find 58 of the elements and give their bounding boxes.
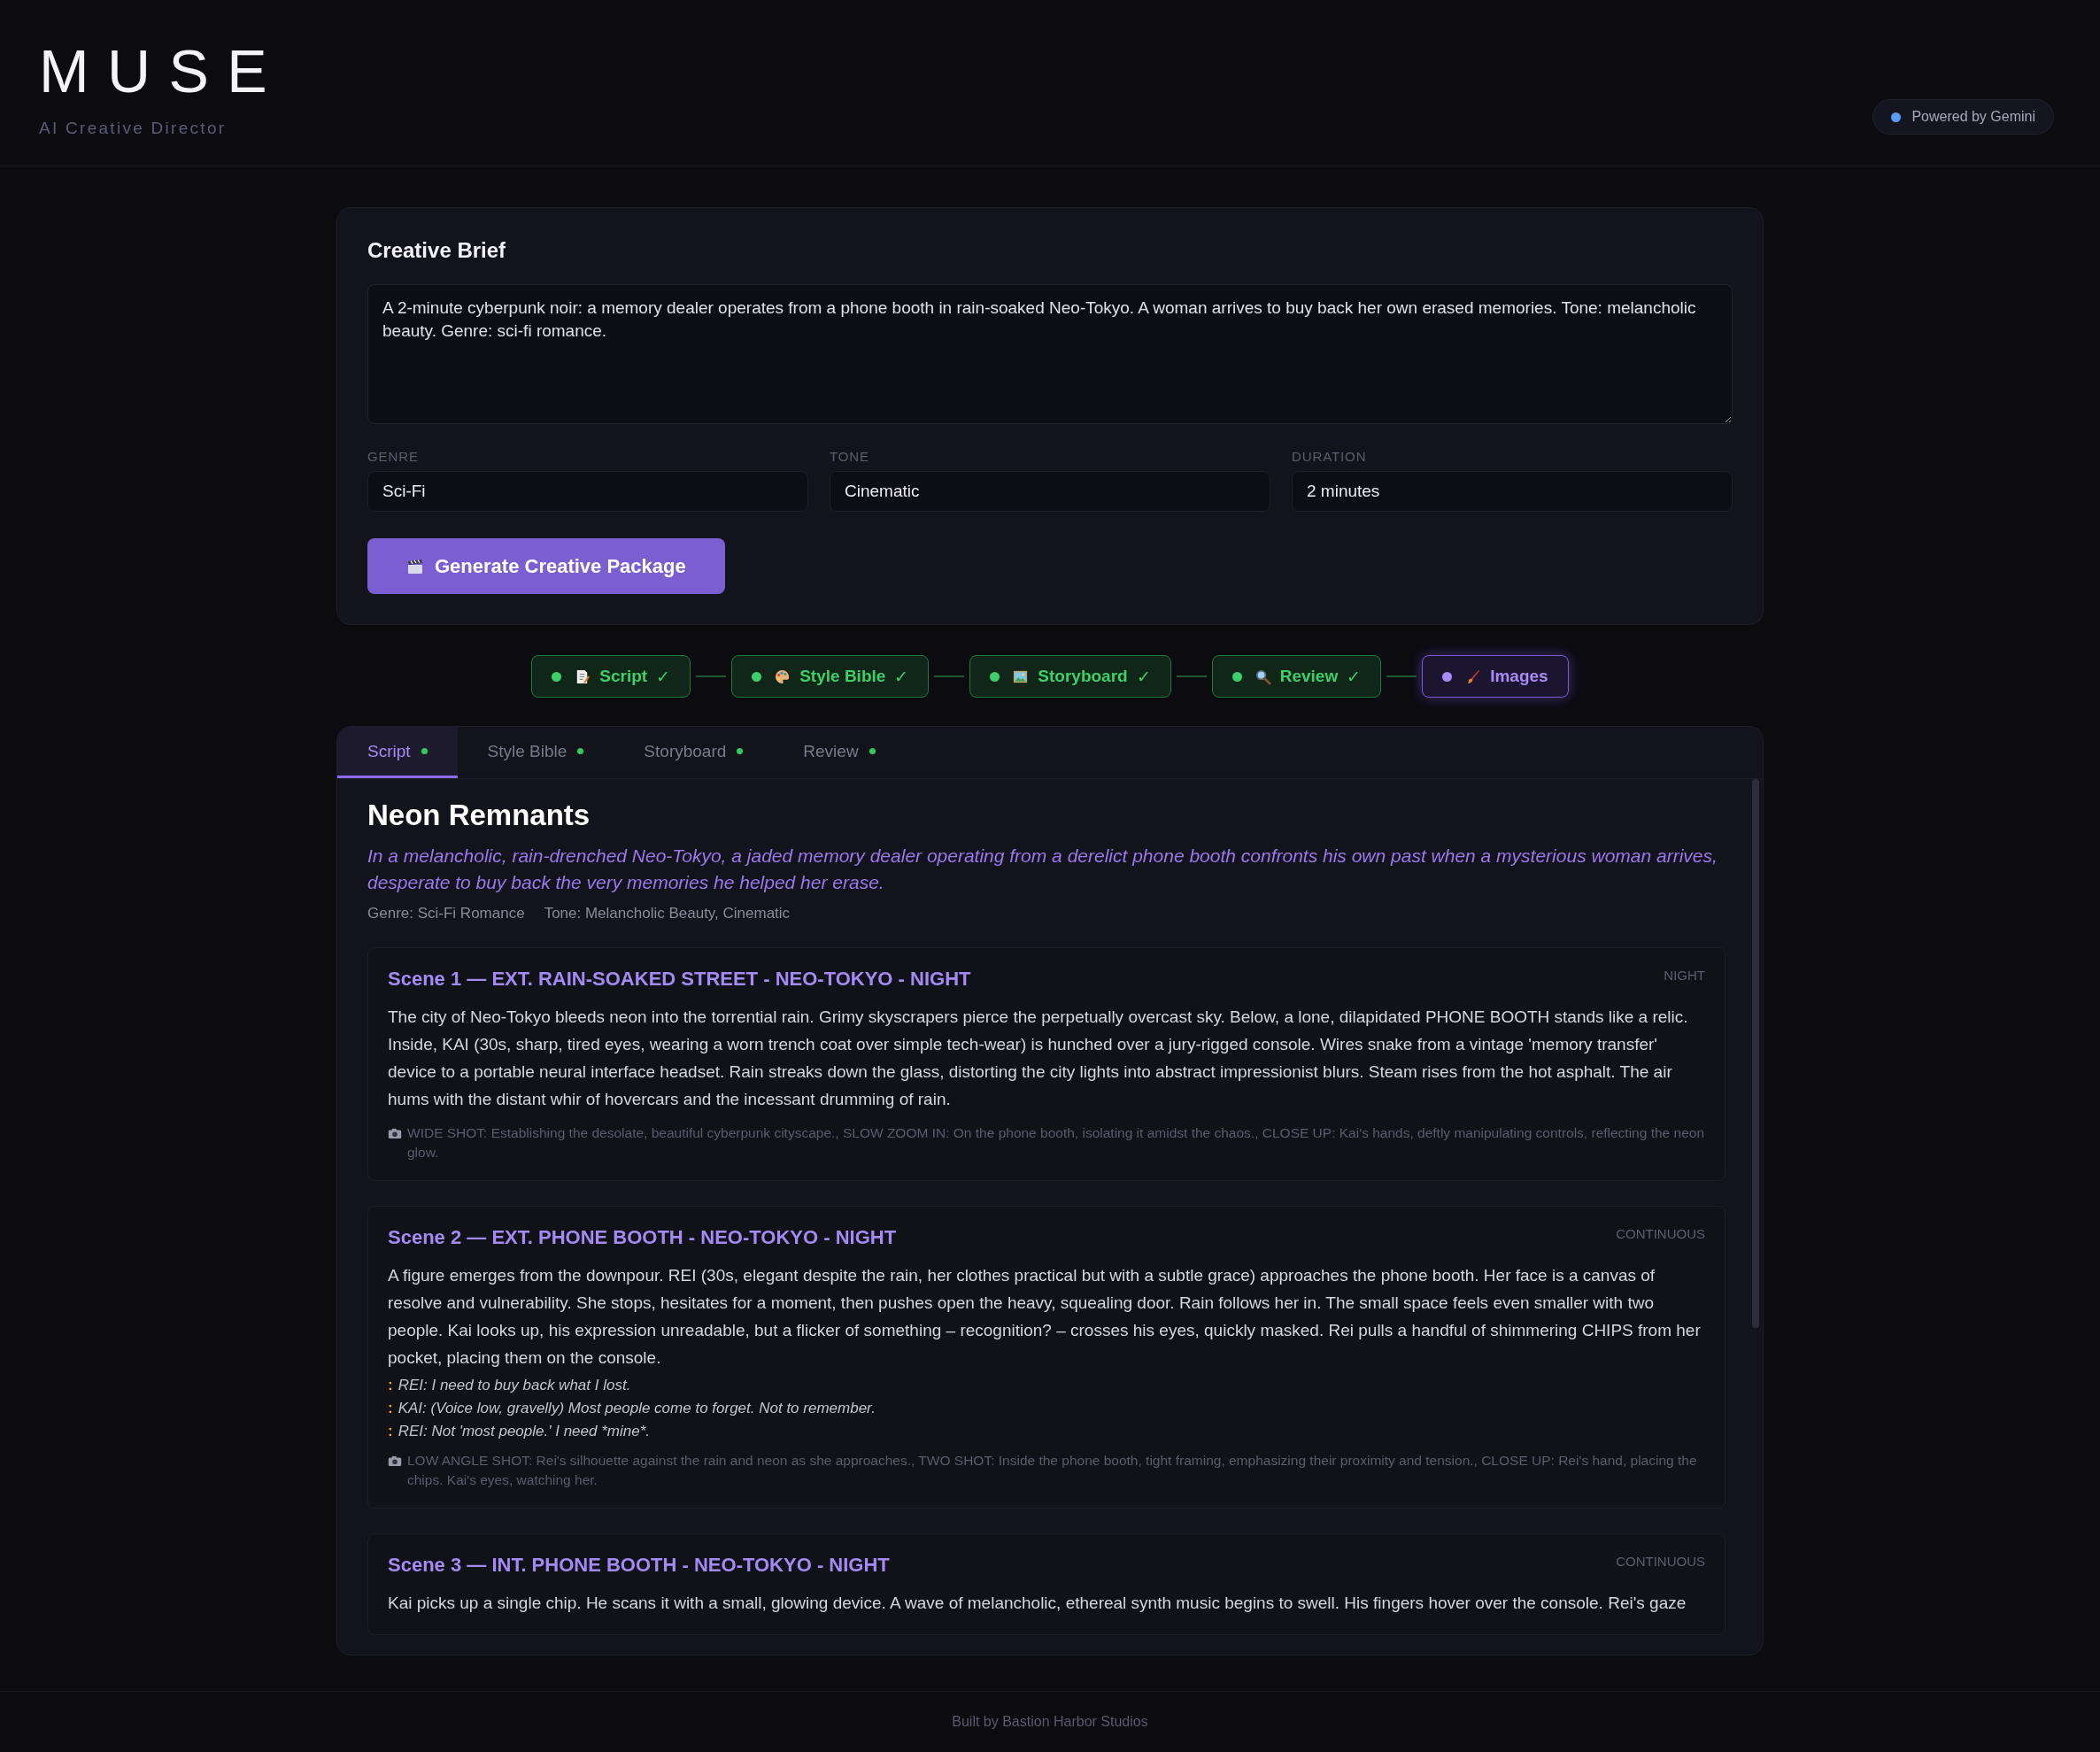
scene-time: NIGHT [1664, 968, 1705, 983]
camera-icon [388, 1455, 402, 1467]
scrollbar[interactable] [1752, 779, 1759, 1328]
generate-button[interactable]: Generate Creative Package [367, 538, 725, 594]
app-logo: MUSE [39, 41, 286, 101]
footer-text: Built by Bastion Harbor Studios [952, 1714, 1148, 1730]
meta-text: Tone: Melancholic Beauty, Cinematic [544, 905, 791, 922]
tab[interactable]: Style Bible [457, 727, 614, 778]
field-label: GENRE [367, 449, 420, 464]
tab[interactable]: Script [337, 727, 458, 778]
status-dot [752, 671, 762, 682]
input-field[interactable]: Cinematic [830, 471, 1270, 512]
tab[interactable]: Review [773, 727, 906, 778]
status-dot [552, 671, 562, 682]
logline: In a melancholic, rain-drenched Neo-Tokyo, a jaded memory dealer operating from a derelict phone booth confronts his own past when a mysterious woman arrives, desperate to buy back the very memories he helped her erase. [367, 845, 1718, 894]
script-title: Neon Remnants [367, 799, 591, 832]
dialogue-marker: : [388, 1377, 393, 1394]
connector-line [696, 675, 727, 677]
dialogue-marker: : [388, 1400, 393, 1417]
meta-text: Genre: Sci-Fi Romance [367, 905, 525, 922]
pipeline-step: Storyboard ✓ [969, 655, 1171, 698]
connector-line [934, 675, 965, 677]
search-icon [1254, 668, 1271, 685]
dialogue-line: REI: I need to buy back what I lost. [398, 1377, 631, 1394]
connector-line [1386, 675, 1417, 677]
tab[interactable]: Storyboard [614, 727, 774, 778]
field-label: TONE [830, 449, 870, 464]
status-dot [1442, 671, 1453, 682]
palette-icon [774, 668, 791, 685]
status-dot [1231, 671, 1242, 682]
dialogue-line: REI: Not 'most people.' I need *mine*. [398, 1423, 650, 1440]
brief-textarea[interactable]: A 2-minute cyberpunk noir: a memory dealer operates from a phone booth in rain-soaked Neo-Tokyo. A woman arrives to buy back her own erased memories. Tone: melancholic beauty. Genre: sci-fi romance. [367, 284, 1733, 424]
status-dot [990, 671, 1000, 682]
shot-list: WIDE SHOT: Establishing the desolate, beautiful cyberpunk cityscape., SLOW ZOOM IN: On the phone booth, isolating it amidst the chaos., CLOSE UP: Kai's hands, deftly manipulating controls, reflecting the neon glow. [407, 1123, 1705, 1162]
scene-heading: Scene 1 — EXT. RAIN-SOAKED STREET - NEO-TOKYO - NIGHT [388, 968, 971, 991]
scene-time: CONTINUOUS [1616, 1226, 1705, 1241]
scene-heading: Scene 2 — EXT. PHONE BOOTH - NEO-TOKYO - NIGHT [388, 1226, 897, 1249]
clapperboard-icon [406, 557, 424, 575]
shot-list: LOW ANGLE SHOT: Rei's silhouette against the rain and neon as she approaches., TWO SHOT: Inside the phone booth, tight framing, emphasizing their proximity and tension., CLOSE UP: Rei's hand, placing the chips. Kai's eyes, watching her. [407, 1451, 1705, 1490]
scene-action: A figure emerges from the downpour. REI (30s, elegant despite the rain, her clothes practical but with a subtle grace) approaches the phone booth. Her face is a canvas of resolve and vulnerability. She stops, hesitates for a moment, then pushes open the heavy, squealing door. Rain follows her in. The small space feels even smaller with two people. Kai looks up, his expression unreadable, but a flicker of something – recognition? – crosses his eyes, quickly masked. Rei pulls a handful of shimmering CHIPS from her pocket, placing them on the console. [388, 1265, 1702, 1369]
pipeline-step: Script ✓ [531, 655, 691, 698]
connector-line [1176, 675, 1207, 677]
section-title: Creative Brief [367, 238, 507, 263]
camera-icon [388, 1128, 402, 1139]
scene-action: Kai picks up a single chip. He scans it with a small, glowing device. A wave of melancholic, ethereal synth music begins to swell. His fingers hover over the console. Rei's gaze [388, 1593, 1687, 1614]
scene-action: The city of Neo-Tokyo bleeds neon into the torrential rain. Grimy skyscrapers pierce the perpetually overcast sky. Below, a lone, dilapidated PHONE BOOTH stands like a relic. Inside, KAI (30s, sharp, tired eyes, wearing a worn trench coat over simple tech-wear) is hunched over a jury-rigged console. Wires snake from a vintage 'memory transfer' device to a portable neural interface headset. Rain streaks down the glass, distorting the city lights into abstract impressionist blurs. Steam rises from the hot asphalt. The air hums with the distant whir of hovercars and the incessant drumming of rain. [388, 1007, 1689, 1110]
input-field[interactable]: 2 minutes [1292, 471, 1733, 512]
input-field[interactable]: Sci-Fi [367, 471, 808, 512]
field-label: DURATION [1292, 449, 1368, 464]
scene-time: CONTINUOUS [1616, 1554, 1705, 1569]
status-badge: Powered by Gemini [1872, 99, 2054, 135]
app-subtitle: AI Creative Director [39, 119, 228, 138]
dialogue-marker: : [388, 1423, 393, 1440]
dialogue-line: KAI: (Voice low, gravelly) Most people come to forget. Not to remember. [398, 1400, 876, 1417]
scene-heading: Scene 3 — INT. PHONE BOOTH - NEO-TOKYO - NIGHT [388, 1554, 890, 1577]
pipeline-step: Style Bible ✓ [731, 655, 930, 698]
pipeline-step: Review ✓ [1211, 655, 1382, 698]
pipeline-step: Images [1422, 655, 1569, 698]
